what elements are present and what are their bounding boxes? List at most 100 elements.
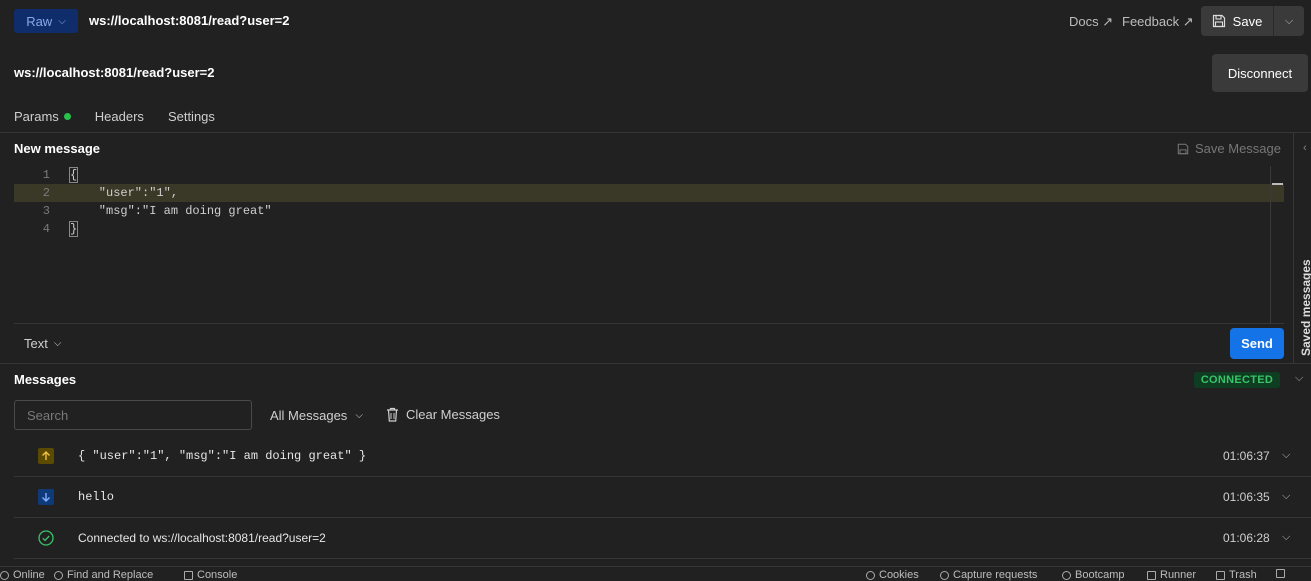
clear-messages-button[interactable]: Clear Messages <box>386 407 500 422</box>
runner-button[interactable]: Runner <box>1147 569 1196 581</box>
divider <box>14 558 1311 559</box>
divider <box>0 132 1311 133</box>
saved-messages-divider <box>1293 133 1294 363</box>
message-row[interactable]: { "user":"1", "msg":"I am doing great" }… <box>14 436 1311 476</box>
saved-messages-toggle[interactable]: Saved messages <box>1299 256 1311 356</box>
send-button[interactable]: Send <box>1230 328 1284 359</box>
message-time: 01:06:37 <box>1223 449 1270 463</box>
editor-scrollbar[interactable] <box>1270 166 1271 323</box>
code-text: "user":"1", <box>70 186 179 200</box>
message-text: hello <box>78 490 115 504</box>
docs-link[interactable]: Docs ↗ <box>1069 14 1113 30</box>
clear-messages-label: Clear Messages <box>406 407 500 422</box>
message-row[interactable]: hello 01:06:35 ⌵ <box>14 477 1311 517</box>
tab-headers[interactable]: Headers <box>95 109 144 124</box>
code-text: { <box>68 167 79 183</box>
save-options-button[interactable]: ⌵ <box>1274 6 1304 36</box>
tab-settings[interactable]: Settings <box>168 109 215 124</box>
online-status[interactable]: Online <box>0 569 45 581</box>
online-label: Online <box>13 569 45 581</box>
divider <box>14 323 1284 324</box>
request-title[interactable]: ws://localhost:8081/read?user=2 <box>89 13 290 28</box>
bootcamp-icon <box>1062 570 1071 580</box>
message-format-label: Text <box>24 336 48 351</box>
console-label: Console <box>197 569 238 581</box>
trash-label: Trash <box>1229 569 1257 581</box>
chevron-down-icon[interactable]: ⌵ <box>1282 531 1290 544</box>
runner-label: Runner <box>1160 569 1197 581</box>
code-line: 1 { <box>14 166 1284 184</box>
trash-button[interactable]: Trash <box>1216 569 1257 581</box>
chevron-down-icon: ⌵ <box>53 338 62 349</box>
message-text: Connected to ws://localhost:8081/read?us… <box>78 531 326 545</box>
console-button[interactable]: Console <box>184 569 237 581</box>
code-line: 2 "user":"1", <box>14 184 1284 202</box>
messages-title: Messages <box>14 372 77 387</box>
request-mode-label: Raw <box>26 13 53 29</box>
trash-icon <box>1216 570 1225 580</box>
disconnect-button[interactable]: Disconnect <box>1212 54 1308 92</box>
find-replace-button[interactable]: Find and Replace <box>54 569 153 581</box>
feedback-link[interactable]: Feedback ↗ <box>1122 14 1194 30</box>
save-icon <box>1177 143 1189 154</box>
cookie-icon <box>866 570 875 580</box>
console-icon <box>184 570 193 580</box>
cookies-label: Cookies <box>879 569 919 581</box>
save-label: Save <box>1232 13 1263 29</box>
tab-params[interactable]: Params <box>14 109 71 124</box>
arrow-down-icon <box>38 489 54 505</box>
layout-icon <box>1276 569 1285 578</box>
message-format-dropdown[interactable]: Text ⌵ <box>24 336 61 351</box>
chevron-down-icon[interactable]: ⌵ <box>1282 449 1290 462</box>
divider <box>0 363 1311 364</box>
arrow-up-icon <box>38 448 54 464</box>
bootcamp-button[interactable]: Bootcamp <box>1062 569 1125 581</box>
capture-label: Capture requests <box>953 569 1038 581</box>
save-button-group: Save ⌵ <box>1201 6 1304 36</box>
code-text: "msg":"I am doing great" <box>70 204 272 218</box>
code-line: 3 "msg":"I am doing great" <box>14 202 1284 220</box>
message-filter-label: All Messages <box>270 408 348 423</box>
chevron-down-icon: ⌵ <box>58 15 66 27</box>
message-text: { "user":"1", "msg":"I am doing great" } <box>78 449 367 463</box>
tab-params-label: Params <box>14 109 59 124</box>
websocket-url[interactable]: ws://localhost:8081/read?user=2 <box>14 65 215 80</box>
check-circle-icon <box>38 530 54 546</box>
chevron-down-icon[interactable]: ⌵ <box>1295 372 1303 385</box>
search-icon <box>54 570 63 580</box>
message-editor[interactable]: 1 { 2 "user":"1", 3 "msg":"I am doing gr… <box>14 166 1284 322</box>
message-time: 01:06:35 <box>1223 490 1270 504</box>
request-tabs: Params Headers Settings <box>14 109 215 124</box>
tab-headers-label: Headers <box>94 109 144 124</box>
cookies-button[interactable]: Cookies <box>866 569 919 581</box>
line-number: 4 <box>42 222 50 236</box>
capture-requests-button[interactable]: Capture requests <box>940 569 1037 581</box>
search-input[interactable] <box>14 400 252 430</box>
code-text: } <box>68 221 79 237</box>
message-row[interactable]: Connected to ws://localhost:8081/read?us… <box>14 518 1311 558</box>
line-number: 1 <box>42 168 50 182</box>
params-active-dot <box>63 113 71 120</box>
trash-icon <box>387 407 398 422</box>
chevron-down-icon: ⌵ <box>1284 14 1294 27</box>
tab-settings-label: Settings <box>167 109 215 124</box>
save-button[interactable]: Save <box>1201 6 1274 36</box>
find-replace-label: Find and Replace <box>67 569 154 581</box>
request-mode-dropdown[interactable]: Raw ⌵ <box>14 9 78 33</box>
code-line: 4 } <box>14 220 1284 238</box>
line-number: 3 <box>42 204 50 218</box>
save-message-label: Save Message <box>1195 141 1281 156</box>
layout-toggle-button[interactable] <box>1276 569 1285 578</box>
chevron-left-icon[interactable]: ‹ <box>1303 142 1307 154</box>
status-bar: Online Find and Replace Console Cookies … <box>0 566 1311 581</box>
line-number: 2 <box>42 186 50 200</box>
capture-icon <box>940 570 949 580</box>
save-message-button[interactable]: Save Message <box>1177 141 1281 156</box>
online-icon <box>0 570 9 580</box>
message-filter-dropdown[interactable]: All Messages ⌵ <box>270 408 363 423</box>
chevron-down-icon[interactable]: ⌵ <box>1282 490 1290 503</box>
runner-icon <box>1147 570 1156 580</box>
scrollbar-cursor-marker <box>1272 183 1283 185</box>
new-message-title: New message <box>14 141 100 156</box>
message-time: 01:06:28 <box>1223 531 1270 545</box>
